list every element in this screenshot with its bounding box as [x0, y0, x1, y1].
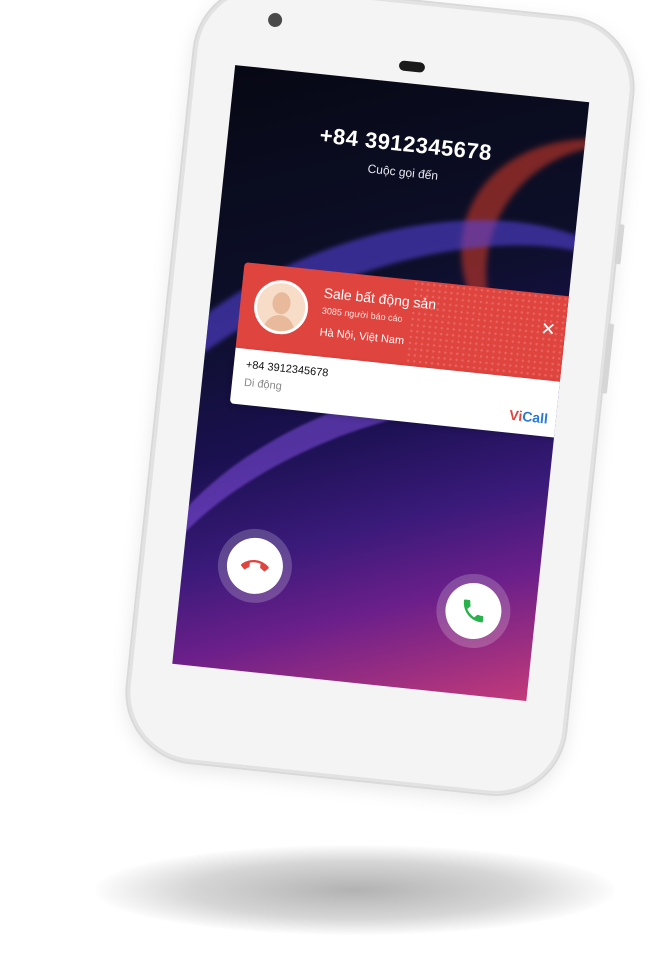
phone-hangup-icon	[240, 559, 269, 572]
brand-suffix: Call	[521, 408, 549, 427]
close-icon[interactable]: ✕	[536, 317, 560, 341]
person-icon	[254, 280, 308, 334]
power-button	[600, 323, 615, 394]
avatar	[251, 277, 311, 337]
vicall-logo: ViCall	[509, 407, 549, 427]
phone-body: +84 3912345678 Cuộc gọi đến Sale bất độn…	[120, 0, 640, 801]
incoming-call-screen: +84 3912345678 Cuộc gọi đến Sale bất độn…	[172, 65, 590, 701]
front-camera	[267, 12, 283, 28]
phone-shadow	[95, 845, 615, 935]
volume-button	[614, 224, 625, 265]
phone-answer-icon	[463, 599, 484, 623]
phone-device: +84 3912345678 Cuộc gọi đến Sale bất độn…	[120, 0, 640, 801]
caller-detail-number: +84 3912345678	[245, 358, 329, 380]
earpiece-speaker	[398, 60, 426, 73]
number-type: Di động	[243, 376, 283, 393]
report-count: 3085 người báo cáo	[321, 305, 404, 324]
caller-location: Hà Nội, Việt Nam	[319, 326, 405, 348]
